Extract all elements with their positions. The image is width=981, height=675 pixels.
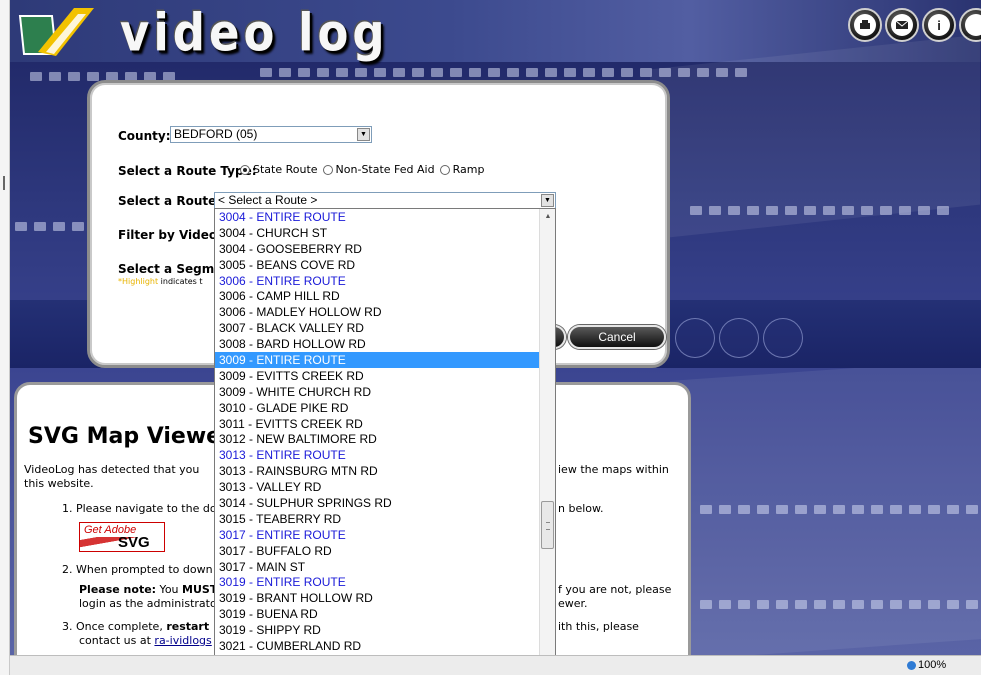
film-perforations: [700, 505, 978, 514]
left-frame-border: [0, 0, 10, 675]
route-option[interactable]: 3021 - CUMBERLAND RD: [215, 638, 539, 654]
route-option[interactable]: 3009 - WHITE CHURCH RD: [215, 384, 539, 400]
radio-ramp-label: Ramp: [452, 163, 485, 176]
route-label: Select a Route:: [118, 194, 222, 208]
step3-text-left: 3. Once complete, restart: [62, 620, 209, 634]
chevron-down-icon[interactable]: ▼: [541, 194, 554, 207]
radio-non-state-fed-aid[interactable]: [322, 164, 333, 175]
route-option[interactable]: 3006 - CAMP HILL RD: [215, 288, 539, 304]
note-line2-right: ewer.: [558, 597, 588, 610]
county-select-value: BEDFORD (05): [174, 127, 258, 141]
route-select-value: < Select a Route >: [218, 193, 318, 207]
route-option[interactable]: 3012 - NEW BALTIMORE RD: [215, 431, 539, 447]
note-line2-left: login as the administrator: [79, 597, 222, 610]
route-select[interactable]: < Select a Route > ▼: [214, 192, 556, 209]
hint-highlight-word: Highlight: [122, 277, 159, 286]
route-option[interactable]: 3019 - ENTIRE ROUTE: [215, 574, 539, 590]
county-label: County:: [118, 129, 171, 143]
browser-page: { "header": { "title": "video log", "ico…: [0, 0, 981, 675]
route-option[interactable]: 3005 - BEANS COVE RD: [215, 257, 539, 273]
radio-state-route[interactable]: [240, 164, 250, 175]
film-perforations: [690, 206, 949, 215]
contact-email-link[interactable]: ra-ividlogs: [154, 634, 211, 647]
zoom-icon: [907, 660, 916, 670]
dropdown-scrollbar[interactable]: ▲ ▼: [539, 209, 555, 674]
route-type-label: Select a Route Type:: [118, 164, 257, 178]
note-text-right: f you are not, please: [558, 583, 672, 596]
browser-status-bar: [10, 655, 981, 675]
step1-text-right: n below.: [558, 502, 604, 515]
resize-grip[interactable]: [3, 176, 5, 190]
route-option[interactable]: 3019 - BUENA RD: [215, 606, 539, 622]
county-select[interactable]: BEDFORD (05) ▼: [170, 126, 372, 143]
note-must: MUST: [182, 583, 218, 596]
route-option[interactable]: 3007 - BLACK VALLEY RD: [215, 320, 539, 336]
get-adobe-svg-button[interactable]: Get Adobe SVG: [79, 522, 165, 552]
route-option[interactable]: 3015 - TEABERRY RD: [215, 511, 539, 527]
scroll-up-icon[interactable]: ▲: [540, 209, 555, 225]
route-option[interactable]: 3008 - BARD HOLLOW RD: [215, 336, 539, 352]
route-option[interactable]: 3017 - ENTIRE ROUTE: [215, 527, 539, 543]
svg-viewer-title: SVG Map Viewe: [28, 424, 222, 449]
route-option[interactable]: 3013 - RAINSBURG MTN RD: [215, 463, 539, 479]
route-option[interactable]: 3017 - BUFFALO RD: [215, 543, 539, 559]
radio-non-state-fed-aid-label: Non-State Fed Aid: [335, 163, 435, 176]
cancel-button[interactable]: Cancel: [568, 325, 666, 349]
intro-text-right: iew the maps within: [558, 463, 669, 476]
route-option[interactable]: 3006 - MADLEY HOLLOW RD: [215, 304, 539, 320]
scrollbar-thumb[interactable]: [541, 501, 554, 549]
note-you: You: [156, 583, 183, 596]
note-bold: Please note:: [79, 583, 157, 596]
route-option[interactable]: 3006 - ENTIRE ROUTE: [215, 273, 539, 289]
highlight-hint: *Highlight indicates t: [118, 277, 202, 286]
step2-text-left: 2. When prompted to down: [62, 563, 213, 576]
route-option[interactable]: 3009 - ENTIRE ROUTE: [215, 352, 539, 368]
route-option[interactable]: 3017 - MAIN ST: [215, 559, 539, 575]
intro-text-left: VideoLog has detected that you: [24, 463, 200, 476]
route-option[interactable]: 3019 - SHIPPY RD: [215, 622, 539, 638]
pennsylvania-keystone-logo: [16, 6, 102, 60]
intro-text-line2: this website.: [24, 477, 94, 490]
route-type-radio-group: State Route Non-State Fed Aid Ramp: [238, 163, 484, 176]
step3-text-right: ith this, please: [558, 620, 639, 633]
contact-text: contact us at ra-ividlogs: [79, 634, 212, 648]
note-text-left: Please note: You MUST: [79, 583, 217, 597]
email-icon[interactable]: [885, 8, 919, 42]
adobe-svg-text: SVG: [118, 534, 150, 551]
route-options: 3004 - ENTIRE ROUTE 3004 - CHURCH ST 3004 …: [215, 209, 539, 674]
chevron-down-icon[interactable]: ▼: [357, 128, 370, 141]
radio-state-route-label: State Route: [253, 163, 318, 176]
film-perforations: [260, 68, 747, 77]
app-title: video log: [120, 2, 389, 63]
zoom-level: 100%: [918, 659, 947, 671]
route-option[interactable]: 3014 - SULPHUR SPRINGS RD: [215, 495, 539, 511]
zoom-control[interactable]: 100%: [907, 659, 946, 671]
route-option[interactable]: 3004 - GOOSEBERRY RD: [215, 241, 539, 257]
step3-prefix: 3. Once complete,: [62, 620, 167, 633]
step1-text-left: 1. Please navigate to the do: [62, 502, 217, 515]
printer-icon[interactable]: [848, 8, 882, 42]
film-perforations: [700, 600, 978, 609]
route-dropdown-list[interactable]: 3004 - ENTIRE ROUTE 3004 - CHURCH ST 3004 …: [214, 208, 556, 675]
route-option[interactable]: 3013 - VALLEY RD: [215, 479, 539, 495]
contact-prefix: contact us at: [79, 634, 155, 647]
route-option[interactable]: 3010 - GLADE PIKE RD: [215, 400, 539, 416]
step3-restart: restart: [166, 620, 210, 633]
film-reel-circles: [675, 318, 803, 358]
route-option[interactable]: 3009 - EVITTS CREEK RD: [215, 368, 539, 384]
route-option[interactable]: 3019 - BRANT HOLLOW RD: [215, 590, 539, 606]
route-option[interactable]: 3004 - CHURCH ST: [215, 225, 539, 241]
radio-ramp[interactable]: [439, 164, 450, 175]
route-option[interactable]: 3013 - ENTIRE ROUTE: [215, 447, 539, 463]
route-option[interactable]: 3004 - ENTIRE ROUTE: [215, 209, 539, 225]
hint-text: indicates t: [158, 277, 203, 286]
route-option[interactable]: 3011 - EVITTS CREEK RD: [215, 416, 539, 432]
